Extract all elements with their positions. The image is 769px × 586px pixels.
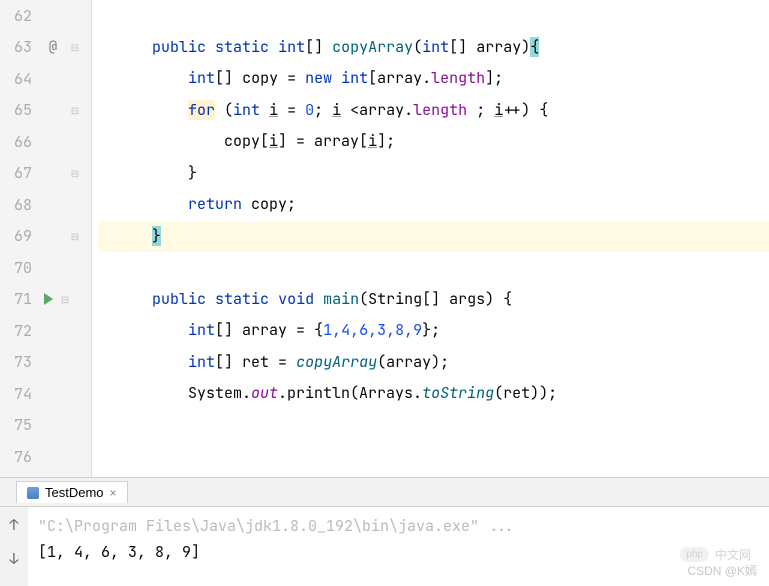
console-toolbar: ↑ ↓ xyxy=(0,507,28,586)
fold-icon[interactable]: ⊟ xyxy=(68,167,82,180)
code-line: public static void main(String[] args) { xyxy=(98,284,769,316)
line-number: 65 xyxy=(0,100,38,120)
line-number: 69 xyxy=(0,226,38,246)
line-number: 66 xyxy=(0,132,38,152)
watermark: php 中文网 xyxy=(680,546,751,563)
line-number: 64 xyxy=(0,69,38,89)
line-number: 73 xyxy=(0,352,38,372)
code-line: return copy; xyxy=(98,189,769,221)
code-line: int[] ret = copyArray(array); xyxy=(98,347,769,379)
line-number: 76 xyxy=(0,447,38,467)
up-arrow-icon[interactable]: ↑ xyxy=(9,515,18,535)
console-output[interactable]: "C:\Program Files\Java\jdk1.8.0_192\bin\… xyxy=(28,507,769,586)
code-line xyxy=(98,441,769,473)
line-number: 67 xyxy=(0,163,38,183)
run-tab[interactable]: TestDemo × xyxy=(16,481,128,503)
line-number: 71 xyxy=(0,289,38,309)
fold-icon[interactable]: ⊟ xyxy=(68,104,82,117)
line-number: 63 xyxy=(0,37,38,57)
close-icon[interactable]: × xyxy=(110,486,117,500)
code-line: System.out.println(Arrays.toString(ret))… xyxy=(98,378,769,410)
line-number: 68 xyxy=(0,195,38,215)
output-line: [1, 4, 6, 3, 8, 9] xyxy=(38,539,759,565)
line-number: 75 xyxy=(0,415,38,435)
code-line xyxy=(98,410,769,442)
down-arrow-icon[interactable]: ↓ xyxy=(9,549,18,569)
run-console-panel: TestDemo × ↑ ↓ "C:\Program Files\Java\jd… xyxy=(0,477,769,585)
override-annotation[interactable]: @ xyxy=(38,38,68,56)
code-line: for (int i = 0; i <array.length ; i++) { xyxy=(98,95,769,127)
code-line: int[] array = {1,4,6,3,8,9}; xyxy=(98,315,769,347)
line-number: 62 xyxy=(0,6,38,26)
app-icon xyxy=(27,487,39,499)
gutter: 62 63@⊟ 64 65⊟ 66 67⊟ 68 69⊟ 70 71⊟ 72 7… xyxy=(0,0,92,477)
fold-icon[interactable]: ⊟ xyxy=(68,230,82,243)
code-line: int[] copy = new int[array.length]; xyxy=(98,63,769,95)
code-line: } xyxy=(98,221,769,253)
fold-icon[interactable]: ⊟ xyxy=(68,41,82,54)
line-number: 72 xyxy=(0,321,38,341)
code-line xyxy=(98,0,769,32)
code-text-area[interactable]: public static int[] copyArray(int[] arra… xyxy=(92,0,769,477)
code-line: } xyxy=(98,158,769,190)
console-tab-bar: TestDemo × xyxy=(0,478,769,507)
csdn-watermark: CSDN @K嫣 xyxy=(687,562,757,579)
code-line xyxy=(98,252,769,284)
run-gutter-icon[interactable] xyxy=(38,293,58,305)
code-line: public static int[] copyArray(int[] arra… xyxy=(98,32,769,64)
code-editor[interactable]: 62 63@⊟ 64 65⊟ 66 67⊟ 68 69⊟ 70 71⊟ 72 7… xyxy=(0,0,769,477)
fold-icon[interactable]: ⊟ xyxy=(58,293,72,306)
tab-label: TestDemo xyxy=(45,485,104,500)
code-line: copy[i] = array[i]; xyxy=(98,126,769,158)
line-number: 74 xyxy=(0,384,38,404)
line-number: 70 xyxy=(0,258,38,278)
command-line: "C:\Program Files\Java\jdk1.8.0_192\bin\… xyxy=(38,513,759,539)
